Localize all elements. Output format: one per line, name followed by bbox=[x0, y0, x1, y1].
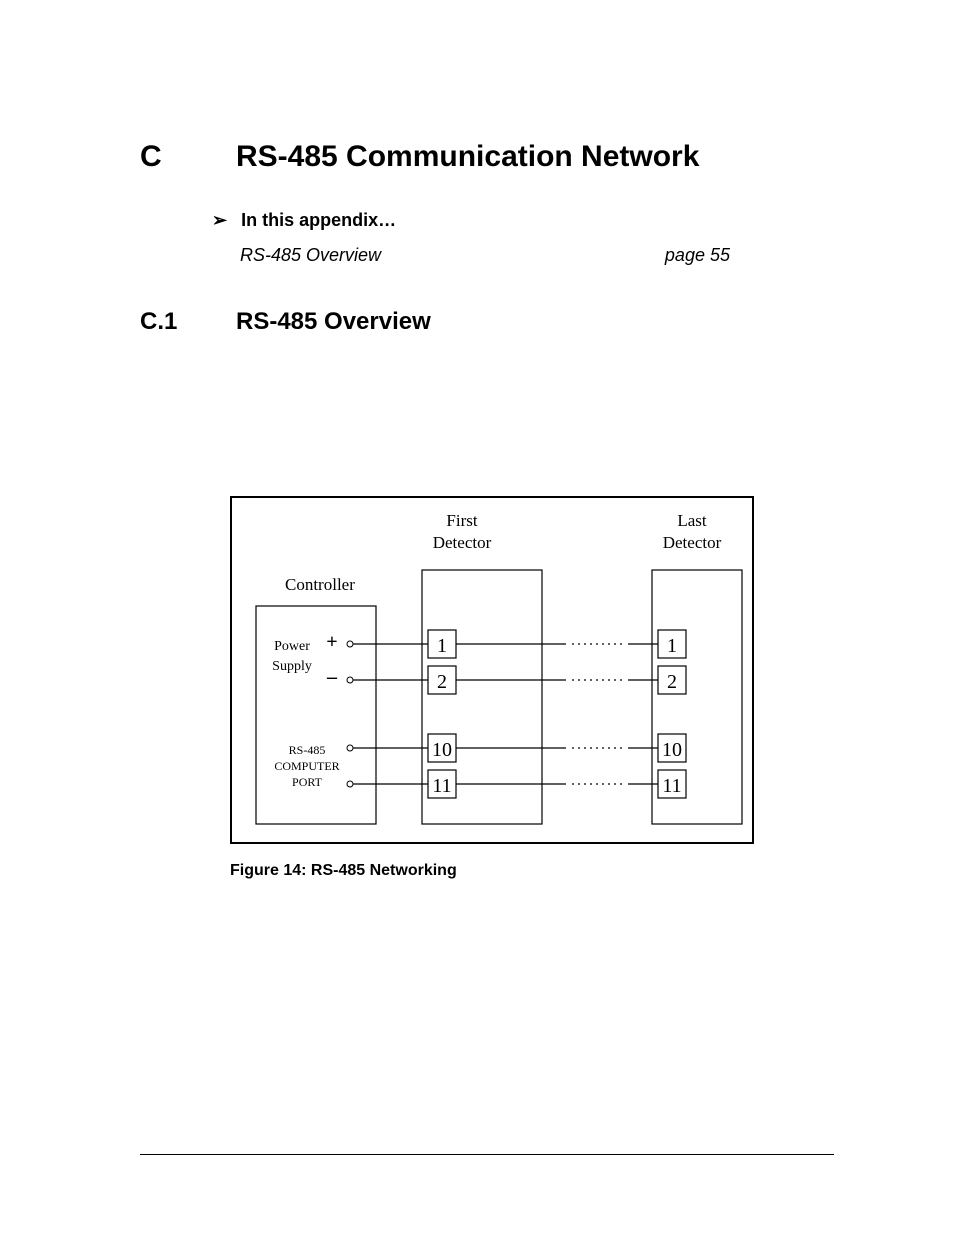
appendix-bullet: ➢ In this appendix… bbox=[212, 210, 834, 231]
page-title-row: C RS-485 Communication Network bbox=[140, 140, 834, 174]
power-plus-label: + bbox=[326, 631, 337, 653]
terminal-last-2: 10 bbox=[662, 739, 682, 761]
diagram-svg: First Detector Last Detector Controller … bbox=[232, 498, 752, 842]
terminal-last-1: 2 bbox=[667, 671, 677, 693]
figure-box: First Detector Last Detector Controller … bbox=[230, 496, 754, 844]
footer-rule bbox=[140, 1154, 834, 1155]
appendix-letter: C bbox=[140, 140, 236, 174]
terminal-first-2: 10 bbox=[432, 739, 452, 761]
power-minus-label: – bbox=[326, 666, 338, 688]
section-number: C.1 bbox=[140, 308, 236, 336]
first-detector-label-bottom: Detector bbox=[433, 533, 492, 552]
toc-page: page 55 bbox=[665, 245, 730, 266]
port-label-1: RS-485 bbox=[289, 743, 326, 757]
circle-terminal-icon bbox=[347, 677, 353, 683]
bullet-arrow-icon: ➢ bbox=[212, 210, 227, 231]
terminal-last-3: 11 bbox=[662, 775, 681, 797]
last-detector-label-top: Last bbox=[677, 511, 707, 530]
power-label-bottom: Supply bbox=[272, 659, 312, 674]
last-detector-label-bottom: Detector bbox=[663, 533, 722, 552]
first-detector-label-top: First bbox=[446, 511, 477, 530]
section-title: RS-485 Overview bbox=[236, 308, 431, 336]
terminal-last-0: 1 bbox=[667, 635, 677, 657]
power-label-top: Power bbox=[274, 639, 310, 654]
port-label-3: PORT bbox=[292, 775, 323, 789]
toc-row: RS-485 Overview page 55 bbox=[240, 245, 730, 266]
circle-terminal-icon bbox=[347, 641, 353, 647]
port-label-2: COMPUTER bbox=[274, 759, 339, 773]
terminal-first-1: 2 bbox=[437, 671, 447, 693]
bullet-label: In this appendix… bbox=[241, 210, 396, 231]
figure-caption: Figure 14: RS-485 Networking bbox=[230, 862, 750, 880]
figure: First Detector Last Detector Controller … bbox=[230, 496, 750, 880]
terminal-first-3: 11 bbox=[432, 775, 451, 797]
circle-terminal-icon bbox=[347, 745, 353, 751]
section-heading: C.1 RS-485 Overview bbox=[140, 308, 834, 336]
circle-terminal-icon bbox=[347, 781, 353, 787]
terminal-first-0: 1 bbox=[437, 635, 447, 657]
toc-item: RS-485 Overview bbox=[240, 245, 381, 266]
controller-label: Controller bbox=[285, 575, 355, 594]
appendix-title: RS-485 Communication Network bbox=[236, 140, 699, 174]
